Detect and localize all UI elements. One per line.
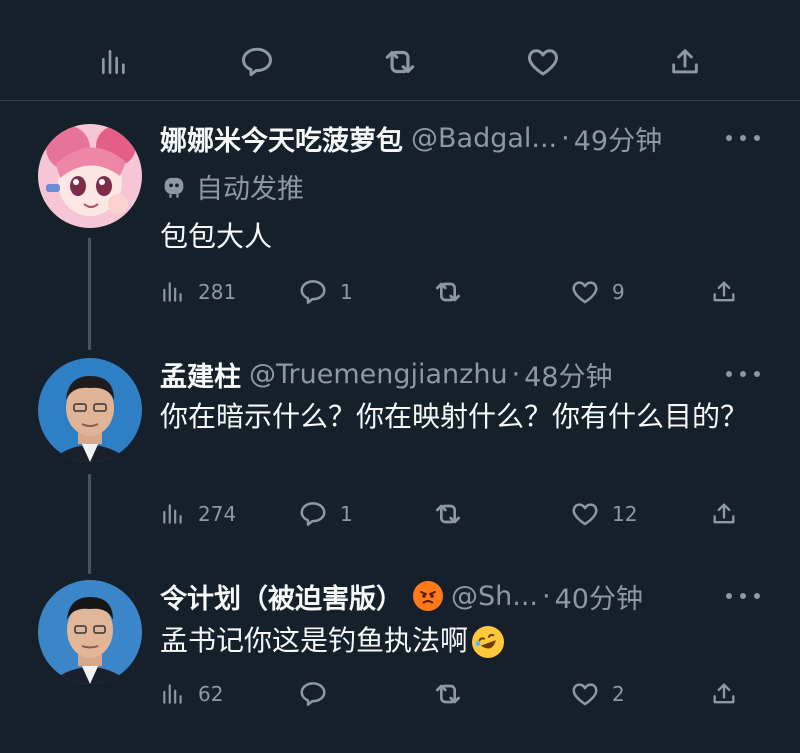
automated-account-label: 自动发推 — [160, 168, 304, 205]
reply-button[interactable] — [298, 674, 340, 714]
robot-icon — [164, 177, 184, 198]
portrait-avatar-image — [38, 580, 142, 684]
separator-dot: · — [511, 358, 521, 390]
tweet-text: 你在暗示什么？你在映射什么？你有什么目的？ — [160, 400, 749, 433]
views-button[interactable]: 274 — [160, 494, 236, 534]
views-icon — [163, 684, 182, 704]
like-button[interactable]: 12 — [570, 494, 637, 534]
avatar[interactable] — [38, 580, 142, 684]
share-button[interactable] — [665, 42, 705, 82]
tweet-header: 令计划（被迫害版） @Sh... · 40分钟 — [160, 576, 643, 616]
more-options-button[interactable] — [726, 128, 760, 148]
dot-icon — [726, 593, 732, 599]
views-button[interactable] — [94, 42, 134, 82]
tweet-text: 包包大人 — [160, 220, 273, 253]
reply-icon — [300, 682, 326, 706]
tweet-text: 孟书记你这是钓鱼执法啊 — [160, 620, 760, 663]
like-icon — [572, 683, 598, 706]
reply-count: 1 — [340, 502, 353, 526]
dot-icon — [740, 593, 746, 599]
tweet-text-content: 孟书记你这是钓鱼执法啊 — [160, 624, 469, 657]
reply-button[interactable]: 1 — [298, 272, 353, 312]
retweet-button[interactable] — [432, 272, 464, 312]
like-count: 9 — [612, 280, 625, 304]
avatar[interactable] — [38, 358, 142, 462]
thread-line — [88, 474, 91, 574]
tweet-actions: 281 1 9 — [160, 272, 750, 312]
display-name[interactable]: 孟建柱 — [160, 355, 241, 394]
angry-face-emoji-icon — [413, 581, 443, 611]
views-button[interactable]: 281 — [160, 272, 236, 312]
anime-avatar-image — [38, 124, 142, 228]
dot-icon — [754, 135, 760, 141]
share-button[interactable] — [710, 494, 738, 534]
share-icon — [713, 503, 735, 524]
portrait-avatar-image — [38, 358, 142, 462]
separator-dot: · — [542, 580, 551, 612]
display-name[interactable]: 令计划（被迫害版） — [160, 577, 403, 616]
share-icon — [713, 683, 735, 704]
views-icon — [163, 282, 182, 302]
user-handle[interactable]: @Truemengjianzhu — [249, 359, 508, 390]
share-button[interactable] — [710, 674, 738, 714]
like-button[interactable]: 9 — [570, 272, 625, 312]
dot-icon — [754, 371, 760, 377]
retweet-button[interactable] — [432, 494, 464, 534]
share-icon — [713, 281, 735, 302]
tweet-actions: 62 2 — [160, 674, 750, 714]
reply-icon — [300, 502, 326, 526]
like-count: 2 — [612, 682, 625, 706]
automated-label-text: 自动发推 — [196, 173, 304, 205]
user-handle[interactable]: @Badgal... — [411, 123, 557, 154]
views-icon — [163, 504, 182, 524]
retweet-icon — [436, 504, 460, 524]
retweet-icon — [436, 282, 460, 302]
share-button[interactable] — [710, 272, 738, 312]
avatar[interactable] — [38, 124, 142, 228]
retweet-icon — [436, 684, 460, 704]
retweet-button[interactable] — [380, 42, 420, 82]
dot-icon — [726, 135, 732, 141]
retweet-button[interactable] — [432, 674, 464, 714]
dot-icon — [754, 593, 760, 599]
views-count: 274 — [198, 502, 237, 526]
reply-button[interactable] — [237, 42, 277, 82]
views-button[interactable]: 62 — [160, 674, 223, 714]
dot-icon — [726, 371, 732, 377]
like-icon — [528, 49, 558, 76]
like-button[interactable]: 2 — [570, 674, 625, 714]
like-icon — [572, 503, 598, 526]
views-count: 281 — [198, 280, 237, 304]
parent-tweet-action-bar — [0, 0, 800, 101]
reply-count: 1 — [340, 280, 353, 304]
more-options-button[interactable] — [726, 586, 760, 606]
reply-button[interactable]: 1 — [298, 494, 353, 534]
display-name[interactable]: 娜娜米今天吃菠萝包 — [160, 119, 403, 158]
rolling-laughing-emoji-icon — [467, 621, 509, 663]
tweet-header: 娜娜米今天吃菠萝包 @Badgal... · 49分钟 — [160, 118, 662, 158]
like-count: 12 — [612, 502, 638, 526]
timestamp[interactable]: 49分钟 — [574, 119, 662, 158]
like-button[interactable] — [523, 42, 563, 82]
like-icon — [572, 281, 598, 304]
dot-icon — [740, 135, 746, 141]
reply-icon — [300, 280, 326, 304]
user-handle[interactable]: @Sh... — [451, 581, 538, 612]
retweet-icon — [385, 50, 415, 74]
share-icon — [672, 49, 698, 74]
tweet-header: 孟建柱 @Truemengjianzhu · 48分钟 — [160, 354, 613, 394]
reply-icon — [242, 47, 272, 77]
views-count: 62 — [198, 682, 224, 706]
tweet-actions: 274 1 12 — [160, 494, 750, 534]
views-icon — [102, 50, 125, 74]
more-options-button[interactable] — [726, 364, 760, 384]
timestamp[interactable]: 40分钟 — [555, 577, 643, 616]
separator-dot: · — [561, 122, 570, 154]
thread-line — [88, 238, 91, 350]
timestamp[interactable]: 48分钟 — [524, 355, 612, 394]
dot-icon — [740, 371, 746, 377]
